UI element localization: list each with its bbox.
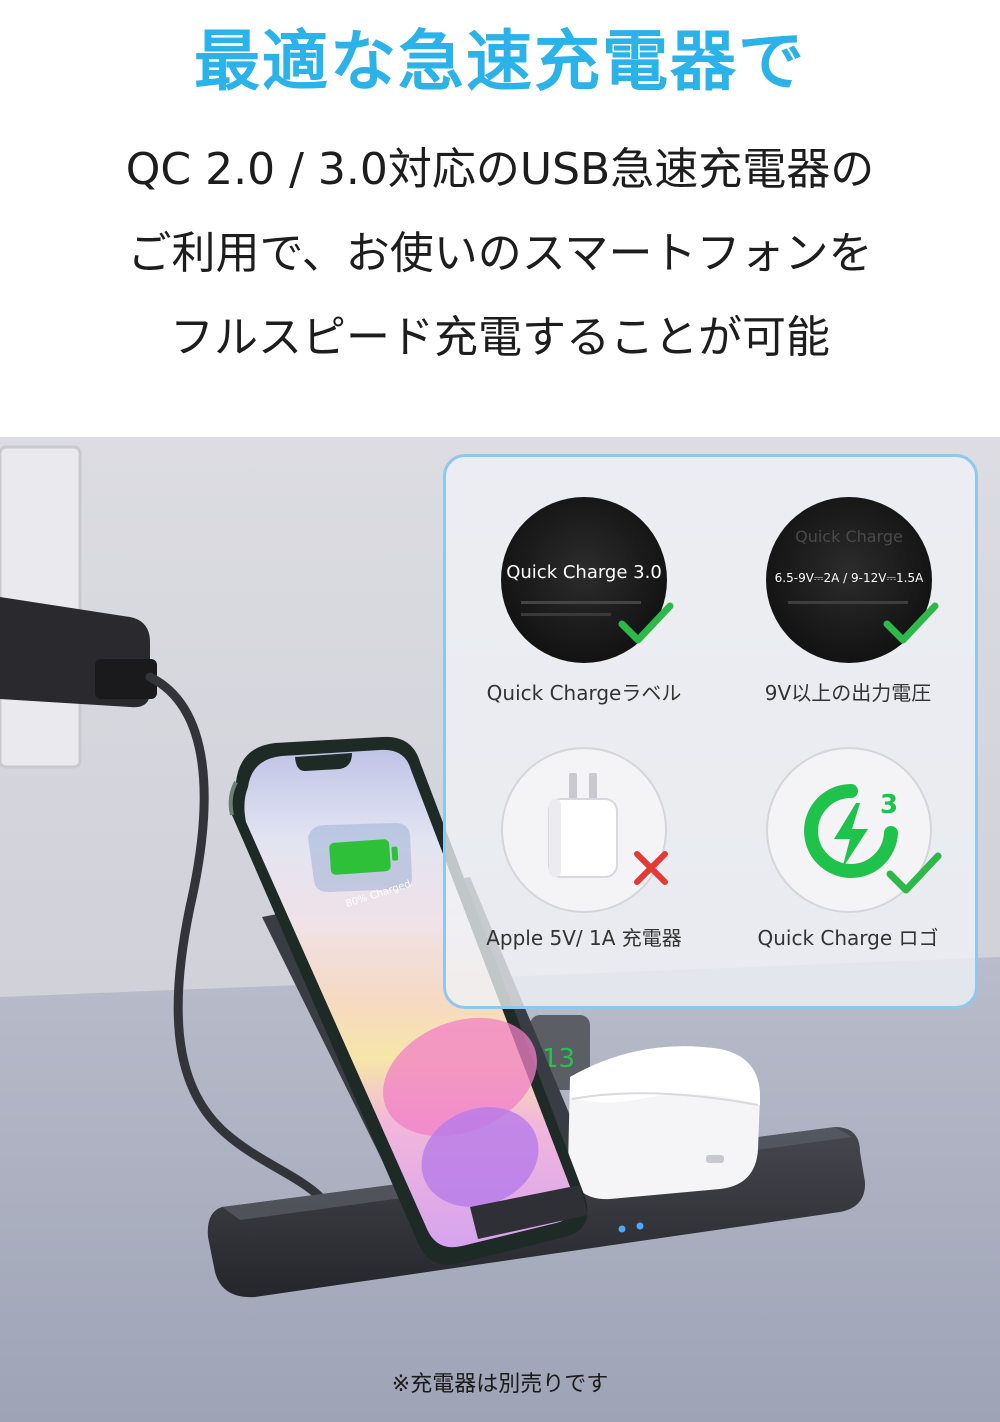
check-icon [886, 852, 942, 894]
quick-charge-guide-panel: Quick Charge 3.0 Quick Chargeラベル Quick C… [443, 454, 978, 1009]
headline: 最適な急速充電器で [194, 23, 806, 100]
description-line-2: ご利用で、お使いのスマートフォンを [127, 228, 873, 279]
cross-icon [634, 851, 668, 885]
qc-logo-number: 3 [880, 790, 898, 820]
header-section: 最適な急速充電器で QC 2.0 / 3.0対応のUSB急速充電器の ご利用で、… [0, 0, 1000, 437]
footnote: ※充電器は別売りです [391, 1372, 609, 1397]
quick-charge-label-text: Quick Charge 3.0 [506, 562, 662, 583]
description-line-1: QC 2.0 / 3.0対応のUSB急速充電器の [125, 144, 875, 195]
power-adapter-icon [548, 773, 618, 878]
apple-charger-circle [501, 747, 667, 913]
caption-quick-charge-label: Quick Chargeラベル [486, 681, 682, 705]
caption-apple-charger: Apple 5V/ 1A 充電器 [486, 926, 682, 950]
description-line-3: フルスピード充電することが可能 [170, 312, 830, 363]
caption-output-voltage: 9V以上の出力電圧 [764, 681, 932, 705]
output-voltage-text: 6.5-9V⎓2A / 9-12V⎓1.5A [774, 571, 924, 585]
description: QC 2.0 / 3.0対応のUSB急速充電器の ご利用で、お使いのスマートフォ… [0, 128, 1000, 380]
output-voltage-faint-text: Quick Charge [795, 527, 903, 546]
check-icon [618, 602, 674, 644]
product-photo: 13 80% Charged Quick Charge 3.0 Quick Ch… [0, 437, 1000, 1422]
check-icon [883, 602, 939, 644]
caption-quick-charge-logo: Quick Charge ロゴ [757, 926, 939, 950]
